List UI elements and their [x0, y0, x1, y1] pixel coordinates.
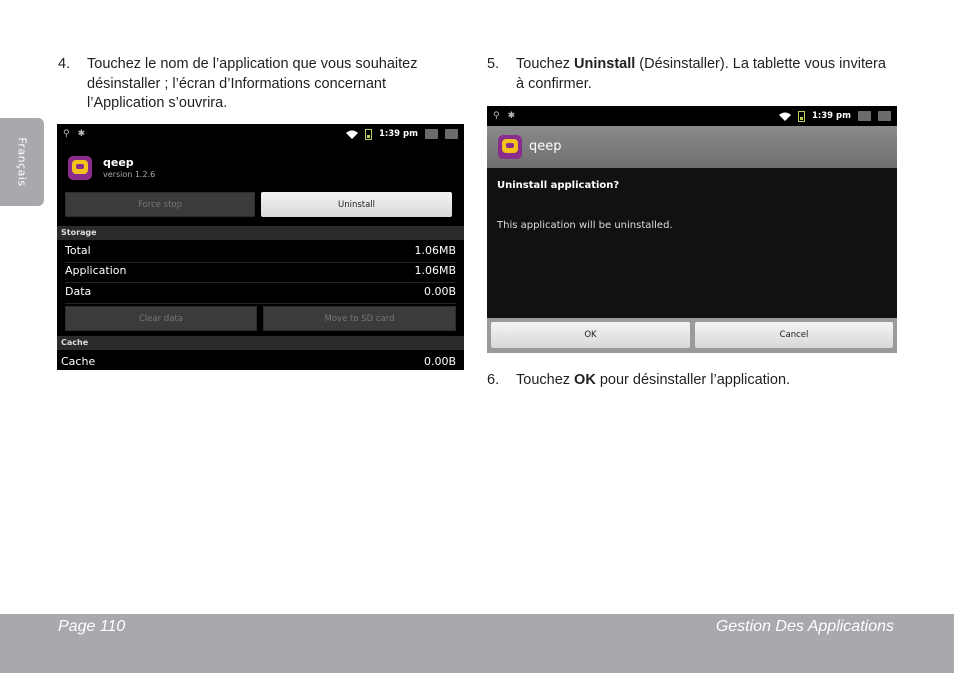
step-5-number: 5. [487, 56, 500, 72]
back-icon[interactable] [858, 111, 871, 121]
cache-section-header: Cache [57, 336, 464, 350]
volume-icon[interactable] [445, 129, 458, 139]
step-6: 6. Touchez OK pour désinstaller l’applic… [487, 371, 897, 391]
step-6-number: 6. [487, 372, 500, 388]
row-value: 0.00B [423, 355, 456, 368]
app-version: version 1.2.6 [103, 170, 156, 179]
uninstall-button[interactable]: Uninstall [261, 192, 452, 217]
app-info-screenshot: ⚲ ✱ 1:39 pm qeep version 1.2.6 Force sto… [57, 124, 464, 370]
usb-icon: ⚲ [63, 129, 70, 139]
app-name: qeep [103, 156, 134, 169]
uninstall-term: Uninstall [574, 56, 636, 72]
force-stop-button[interactable]: Force stop [65, 192, 255, 217]
ok-button[interactable]: OK [491, 322, 690, 348]
storage-section-header: Storage [57, 226, 464, 240]
cancel-button[interactable]: Cancel [695, 322, 893, 348]
row-value: 0.00B [423, 285, 456, 298]
uninstall-dialog-screenshot: ⚲ ✱ 1:39 pm qeep Uninstall application? … [487, 106, 897, 353]
battery-icon [364, 128, 372, 140]
row-value: 1.06MB [414, 264, 456, 277]
row-label: Cache [61, 355, 96, 368]
usb-icon: ⚲ [493, 111, 500, 121]
android-debug-icon: ✱ [507, 111, 516, 121]
dialog-title: Uninstall application? [497, 180, 620, 191]
step-4: 4. Touchez le nom de l’application que v… [58, 55, 463, 114]
storage-row-application: Application 1.06MB [65, 264, 456, 283]
wifi-icon [778, 112, 791, 121]
step-5-text: Touchez Uninstall (Désinstaller). La tab… [516, 56, 886, 92]
move-to-sd-button[interactable]: Move to SD card [263, 306, 456, 331]
volume-icon[interactable] [878, 111, 891, 121]
page-footer: Page 110 Gestion Des Applications [0, 614, 954, 673]
step-6-text: Touchez OK pour désinstaller l’applicati… [516, 372, 791, 388]
battery-icon [797, 110, 805, 122]
status-bar: ⚲ ✱ 1:39 pm [487, 106, 897, 126]
language-label: Français [15, 137, 29, 187]
language-side-tab: Français [0, 118, 44, 206]
status-time: 1:39 pm [378, 129, 418, 139]
row-label: Application [65, 264, 127, 277]
android-debug-icon: ✱ [77, 129, 86, 139]
clear-data-button[interactable]: Clear data [65, 306, 257, 331]
page-number: Page 110 [58, 618, 126, 635]
ok-term: OK [574, 372, 596, 388]
qeep-app-icon [498, 135, 522, 159]
wifi-icon [345, 130, 358, 139]
row-label: Data [65, 285, 92, 298]
row-value: 1.06MB [414, 244, 456, 257]
dialog-app-name: qeep [529, 139, 562, 154]
storage-row-total: Total 1.06MB [65, 244, 456, 263]
status-bar: ⚲ ✱ 1:39 pm [57, 124, 464, 144]
dialog-button-bar: OK Cancel [487, 318, 897, 353]
status-time: 1:39 pm [811, 111, 851, 121]
step-4-text: Touchez le nom de l’application que vous… [87, 56, 418, 111]
qeep-app-icon [68, 156, 92, 180]
dialog-body: Uninstall application? This application … [487, 168, 897, 318]
storage-row-data: Data 0.00B [65, 285, 456, 304]
step-4-number: 4. [58, 56, 71, 72]
dialog-header: qeep [487, 126, 897, 168]
row-label: Total [65, 244, 91, 257]
cache-row: Cache 0.00B [61, 355, 456, 370]
back-icon[interactable] [425, 129, 438, 139]
dialog-message: This application will be uninstalled. [497, 220, 673, 231]
step-5: 5. Touchez Uninstall (Désinstaller). La … [487, 55, 897, 94]
section-title: Gestion Des Applications [715, 618, 894, 635]
